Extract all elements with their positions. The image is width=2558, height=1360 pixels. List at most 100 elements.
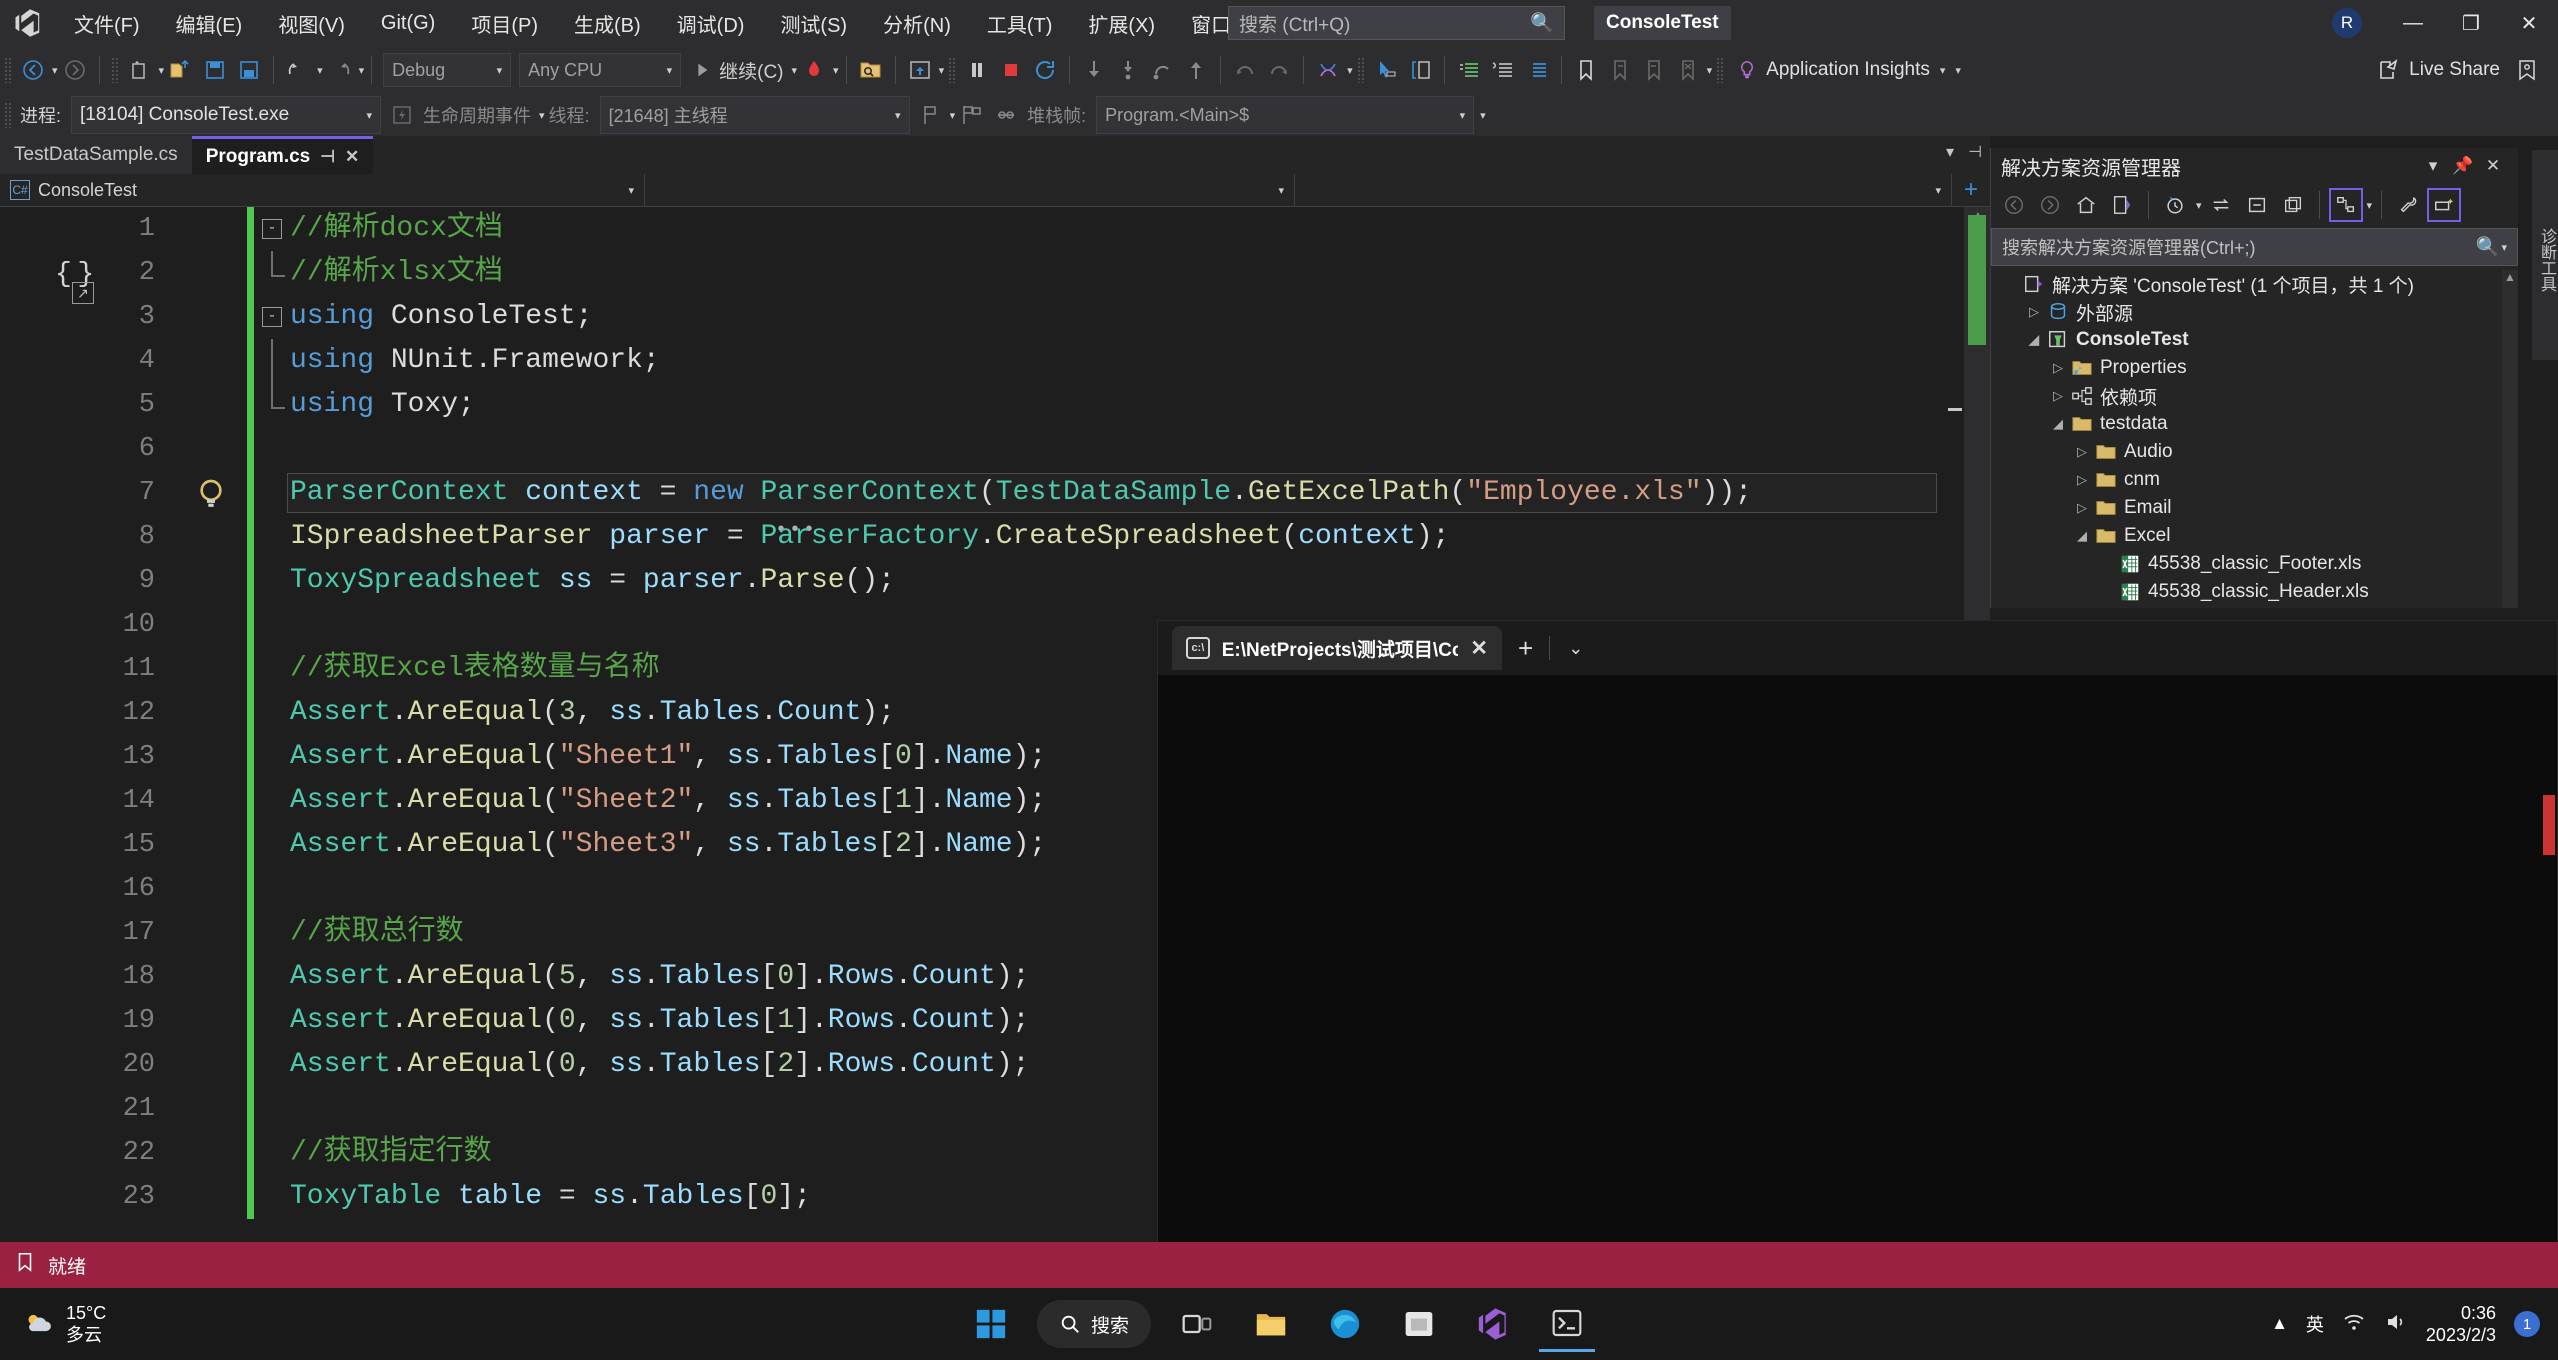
redo-dropdown-icon[interactable]: ▾ xyxy=(359,64,365,77)
step-out-icon[interactable] xyxy=(1145,52,1179,88)
code-line[interactable]: 2 //解析xlsx文档 xyxy=(0,251,1990,295)
uncomment-lines-icon[interactable] xyxy=(1486,52,1520,88)
view-hierarchy-icon[interactable] xyxy=(2328,188,2363,222)
restore-button[interactable]: ❐ xyxy=(2442,0,2500,46)
fold-toggle-icon[interactable]: - xyxy=(262,219,282,239)
hot-reload-icon[interactable] xyxy=(797,52,831,88)
menu-project[interactable]: 项目(P) xyxy=(453,0,556,46)
step-over-icon[interactable] xyxy=(1111,52,1145,88)
menu-file[interactable]: 文件(F) xyxy=(56,0,158,46)
toolbar-grip[interactable] xyxy=(4,102,12,128)
task-view-button[interactable] xyxy=(1169,1296,1225,1352)
notification-badge[interactable]: 1 xyxy=(2514,1311,2540,1337)
menu-edit[interactable]: 编辑(E) xyxy=(158,0,261,46)
file-explorer-button[interactable] xyxy=(1243,1296,1299,1352)
view-hierarchy-dropdown-icon[interactable]: ▾ xyxy=(2367,199,2373,212)
solution-tree-item[interactable]: ▷ Properties xyxy=(1991,354,2519,382)
bookmarks-dropdown-icon[interactable]: ▾ xyxy=(1707,64,1713,77)
indent-structure-icon[interactable] xyxy=(1403,52,1437,88)
threads-dropdown-icon[interactable]: ▾ xyxy=(1347,64,1353,77)
taskbar-clock[interactable]: 0:36 2023/2/3 xyxy=(2426,1302,2496,1347)
solution-tree-item[interactable]: ▷ 外部源 xyxy=(1991,298,2519,326)
toolbar-grip[interactable] xyxy=(1716,57,1725,83)
visual-studio-taskbar-button[interactable] xyxy=(1465,1296,1521,1352)
scrollbar-thumb[interactable] xyxy=(1968,215,1986,345)
comment-lines-icon[interactable] xyxy=(1452,52,1486,88)
save-icon[interactable] xyxy=(198,52,232,88)
code-line[interactable]: 7 ••• ParserContext context = new ParserCo… xyxy=(0,471,1990,542)
solution-tree-item[interactable]: 45538_classic_Footer.xls xyxy=(1991,550,2519,578)
solution-tree-item[interactable]: ◢ Excel xyxy=(1991,522,2519,550)
windows-terminal-button[interactable] xyxy=(1539,1296,1596,1352)
tab-program[interactable]: Program.cs ⊣ ✕ xyxy=(191,136,374,174)
pointer-select-icon[interactable] xyxy=(1369,52,1403,88)
solution-tree-item[interactable]: ▷ Audio xyxy=(1991,438,2519,466)
navigate-forward-icon[interactable] xyxy=(58,52,92,88)
input-language-indicator[interactable]: 英 xyxy=(2306,1311,2324,1337)
forward-icon[interactable] xyxy=(2033,188,2067,222)
close-tab-icon[interactable]: ✕ xyxy=(345,147,359,167)
global-search-input[interactable]: 搜索 (Ctrl+Q) 🔍 xyxy=(1228,6,1565,40)
toolbar-grip[interactable] xyxy=(110,57,119,83)
network-icon[interactable] xyxy=(2342,1310,2366,1339)
toolbar-overflow-icon[interactable]: ▾ xyxy=(1955,64,1961,77)
close-button[interactable]: ✕ xyxy=(2500,0,2558,46)
terminal-output-area[interactable] xyxy=(1158,675,2557,1287)
edge-browser-button[interactable] xyxy=(1317,1296,1373,1352)
code-line[interactable]: 8 ISpreadsheetParser parser = ParserFacto… xyxy=(0,515,1990,559)
threads-icon[interactable] xyxy=(1311,52,1345,88)
microsoft-store-button[interactable] xyxy=(1391,1296,1447,1352)
solution-tree-scrollbar[interactable]: ▲ xyxy=(2502,270,2518,608)
search-options-chevron-icon[interactable]: ▾ xyxy=(2501,241,2507,254)
debug-toolbar-overflow-icon[interactable]: ▾ xyxy=(1480,109,1486,122)
start-button[interactable] xyxy=(963,1296,1019,1352)
home-icon[interactable] xyxy=(2069,188,2103,222)
terminal-dropdown-icon[interactable]: ⌄ xyxy=(1556,638,1595,659)
menu-build[interactable]: 生成(B) xyxy=(556,0,659,46)
close-panel-icon[interactable]: ✕ xyxy=(2478,156,2508,176)
thread-switch-icon[interactable] xyxy=(989,97,1023,133)
menu-extensions[interactable]: 扩展(X) xyxy=(1070,0,1173,46)
back-icon[interactable] xyxy=(1997,188,2031,222)
new-project-icon[interactable] xyxy=(123,52,157,88)
save-all-icon[interactable] xyxy=(232,52,266,88)
pending-changes-dropdown-icon[interactable]: ▾ xyxy=(2196,199,2202,212)
volume-icon[interactable] xyxy=(2384,1310,2408,1339)
preview-selected-items-icon[interactable] xyxy=(2427,188,2462,222)
weather-widget[interactable]: 15°C 多云 xyxy=(22,1302,106,1347)
add-split-icon[interactable]: + xyxy=(1952,176,1990,204)
expanded-twisty-icon[interactable]: ◢ xyxy=(2071,528,2093,544)
code-line[interactable]: 1 -//解析docx文档 xyxy=(0,207,1990,251)
pin-pane-icon[interactable]: ⊣ xyxy=(1968,142,1982,162)
code-line[interactable]: 5 using Toxy; xyxy=(0,383,1990,427)
solution-tree-item[interactable]: ▷ cnm xyxy=(1991,466,2519,494)
next-bookmark-icon[interactable] xyxy=(1637,52,1671,88)
menu-git[interactable]: Git(G) xyxy=(363,0,453,46)
tray-expand-icon[interactable]: ▲ xyxy=(2271,1314,2288,1334)
stop-debugging-icon[interactable] xyxy=(994,52,1028,88)
close-terminal-tab-icon[interactable]: ✕ xyxy=(1470,636,1488,661)
menu-test[interactable]: 测试(S) xyxy=(762,0,865,46)
list-indent-icon[interactable] xyxy=(1520,52,1554,88)
restart-icon[interactable] xyxy=(1028,52,1062,88)
lightbulb-icon[interactable] xyxy=(195,477,227,509)
menu-view[interactable]: 视图(V) xyxy=(260,0,363,46)
code-line[interactable]: 9 ToxySpreadsheet ss = parser.Parse(); xyxy=(0,559,1990,603)
hot-reload-dropdown-icon[interactable]: ▾ xyxy=(833,64,839,77)
pause-icon[interactable] xyxy=(960,52,994,88)
panel-menu-chevron-icon[interactable]: ▾ xyxy=(2418,156,2448,176)
show-all-files-icon[interactable] xyxy=(2276,188,2310,222)
navigate-backward-icon[interactable] xyxy=(16,52,50,88)
terminal-scrollbar-thumb[interactable] xyxy=(2543,795,2555,855)
feedback-icon[interactable] xyxy=(2510,52,2544,88)
process-dropdown[interactable]: [18104] ConsoleTest.exe ▾ xyxy=(71,96,382,134)
lifecycle-events-icon[interactable] xyxy=(385,97,419,133)
collapsed-twisty-icon[interactable]: ▷ xyxy=(2071,500,2093,516)
step-forward-icon[interactable] xyxy=(1262,52,1296,88)
code-line[interactable]: 3 - using ConsoleTest; xyxy=(0,295,1990,339)
collapsed-twisty-icon[interactable]: ▷ xyxy=(2071,472,2093,488)
new-terminal-tab-icon[interactable]: + xyxy=(1508,633,1543,664)
account-avatar[interactable]: R xyxy=(2332,8,2362,38)
solution-tree-item[interactable]: ◢ testdata xyxy=(1991,410,2519,438)
continue-debug-button[interactable]: 继续(C) xyxy=(685,52,789,88)
